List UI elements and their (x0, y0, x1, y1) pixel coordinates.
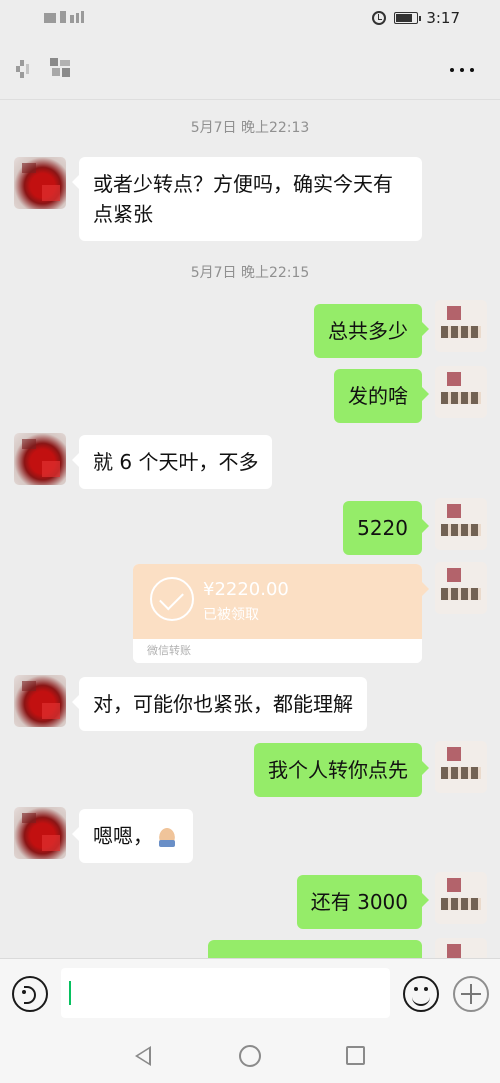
battery-icon (394, 12, 422, 24)
my-avatar[interactable] (435, 938, 487, 958)
signal-icon (44, 11, 84, 25)
more-icon[interactable] (450, 68, 474, 74)
emoji-icon[interactable] (403, 976, 439, 1012)
contact-avatar[interactable] (14, 157, 66, 209)
transfer-amount: ¥2220.00 (203, 579, 289, 600)
message-bubble[interactable]: 嗯嗯， (72, 809, 193, 863)
chat-header (0, 40, 500, 100)
message-bubble[interactable]: 就 6 个天叶，不多 (71, 435, 273, 489)
message-text: 嗯嗯， (93, 824, 153, 848)
nav-recent-icon[interactable] (346, 1046, 365, 1065)
message-bubble[interactable]: 总共多少 (314, 304, 429, 358)
timestamp: 5月7日 晚上22:15 (190, 265, 310, 281)
contact-name-pixelated (50, 58, 72, 78)
alarm-icon (372, 11, 387, 25)
check-icon (150, 577, 194, 621)
nav-home-icon[interactable] (239, 1045, 261, 1067)
my-avatar[interactable] (435, 741, 487, 793)
status-time: 3:17 (426, 9, 460, 27)
transfer-label: 微信转账 (133, 639, 422, 663)
chat-area[interactable]: 5月7日 晚上22:13 或者少转点？方便吗，确实今天有点紧张 5月7日 晚上2… (0, 100, 500, 958)
plus-icon[interactable] (453, 976, 489, 1012)
message-bubble[interactable]: 或者少转点？方便吗，确实今天有点紧张 (72, 157, 422, 241)
text-caret (69, 981, 71, 1005)
input-bar (0, 958, 500, 1028)
back-icon[interactable] (14, 58, 34, 80)
my-avatar[interactable] (435, 300, 487, 352)
timestamp: 5月7日 晚上22:13 (190, 120, 310, 136)
message-bubble[interactable]: 发的啥 (334, 369, 429, 423)
message-bubble[interactable]: 我个人转你点先 (254, 743, 429, 797)
nav-back-icon[interactable] (135, 1046, 151, 1066)
transfer-status: 已被领取 (203, 607, 259, 623)
contact-avatar[interactable] (14, 807, 66, 859)
contact-avatar[interactable] (14, 675, 66, 727)
message-bubble[interactable]: 5220 (343, 501, 429, 555)
status-bar: 3:17 (0, 0, 500, 40)
my-avatar[interactable] (435, 872, 487, 924)
system-nav-bar (0, 1028, 500, 1083)
my-avatar[interactable] (435, 366, 487, 418)
contact-avatar[interactable] (14, 433, 66, 485)
my-avatar[interactable] (435, 562, 487, 614)
message-input[interactable] (61, 968, 390, 1018)
voice-icon[interactable] (12, 976, 48, 1012)
transfer-pointer (422, 582, 429, 596)
pray-emoji-icon (155, 823, 179, 847)
message-bubble[interactable]: 对，可能你也紧张，都能理解 (72, 677, 367, 731)
my-avatar[interactable] (435, 498, 487, 550)
message-bubble-partial[interactable] (208, 940, 422, 958)
message-bubble[interactable]: 还有 3000 (296, 875, 430, 929)
transfer-card[interactable]: ¥2220.00 已被领取 微信转账 (133, 564, 422, 663)
